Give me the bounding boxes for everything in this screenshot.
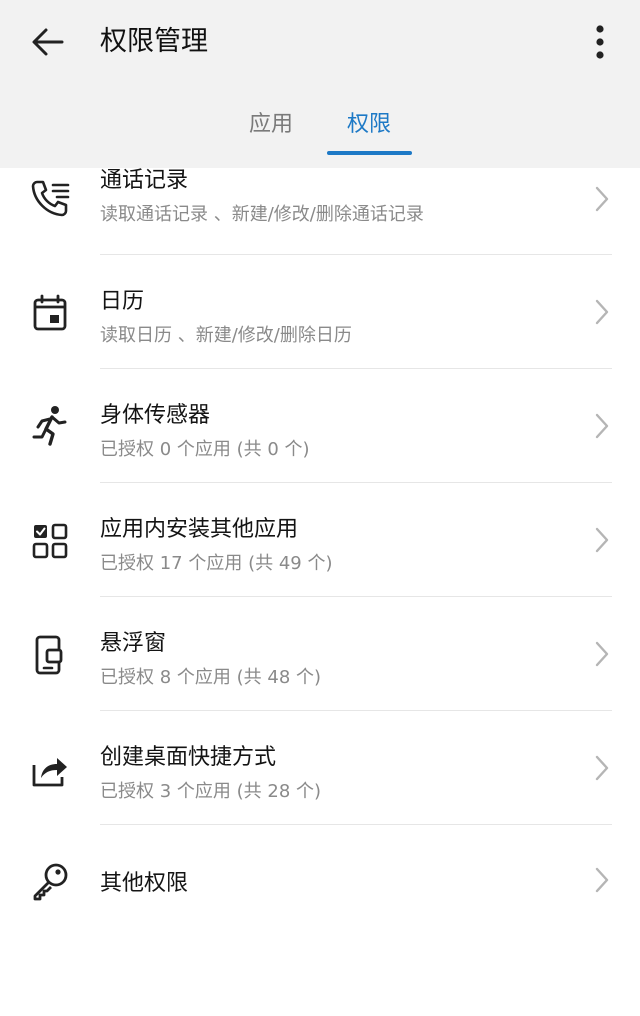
chevron-right-icon — [590, 753, 614, 783]
row-title: 身体传感器 — [100, 403, 211, 428]
permission-row-floating-window[interactable]: 悬浮窗 已授权 8 个应用 (共 48 个) — [0, 597, 640, 710]
chevron-right-icon — [590, 865, 614, 895]
row-subtitle: 已授权 3 个应用 (共 28 个) — [100, 781, 322, 802]
share-shortcut-icon — [28, 747, 72, 791]
row-subtitle: 已授权 0 个应用 (共 0 个) — [100, 439, 310, 460]
back-button[interactable] — [26, 20, 70, 64]
tab-apps[interactable]: 应用 — [226, 100, 316, 154]
floating-window-icon — [28, 633, 72, 677]
more-vertical-icon — [596, 25, 604, 59]
call-log-icon — [28, 176, 72, 220]
key-icon — [28, 859, 72, 903]
chevron-right-icon — [590, 639, 614, 669]
row-title: 应用内安装其他应用 — [100, 517, 299, 542]
row-subtitle: 读取日历 、新建/修改/删除日历 — [100, 325, 352, 346]
tab-indicator — [327, 151, 412, 155]
row-title: 创建桌面快捷方式 — [100, 745, 277, 770]
chevron-right-icon — [590, 411, 614, 441]
row-title: 日历 — [100, 289, 145, 314]
permission-row-other[interactable]: 其他权限 — [0, 825, 640, 937]
permission-row-calendar[interactable]: 日历 读取日历 、新建/修改/删除日历 — [0, 255, 640, 368]
tab-permissions[interactable]: 权限 — [326, 100, 412, 154]
running-person-icon — [28, 403, 72, 447]
page-title: 权限管理 — [100, 26, 208, 57]
chevron-right-icon — [590, 184, 614, 214]
chevron-right-icon — [590, 525, 614, 555]
arrow-left-icon — [32, 28, 64, 56]
permission-row-call-log[interactable]: 通话记录 读取通话记录 、新建/修改/删除通话记录 — [0, 168, 640, 254]
row-title: 悬浮窗 — [100, 631, 167, 656]
permission-list[interactable]: 通话记录 读取通话记录 、新建/修改/删除通话记录 日历 读取日历 、新建/修改… — [0, 168, 640, 1016]
tab-bar: 应用 权限 — [0, 100, 640, 160]
app-bar: 权限管理 应用 权限 — [0, 0, 640, 168]
calendar-icon — [28, 291, 72, 335]
row-subtitle: 读取通话记录 、新建/修改/删除通话记录 — [100, 204, 424, 225]
permission-row-desktop-shortcut[interactable]: 创建桌面快捷方式 已授权 3 个应用 (共 28 个) — [0, 711, 640, 824]
chevron-right-icon — [590, 297, 614, 327]
row-subtitle: 已授权 17 个应用 (共 49 个) — [100, 553, 333, 574]
row-subtitle: 已授权 8 个应用 (共 48 个) — [100, 667, 322, 688]
app-grid-check-icon — [28, 519, 72, 563]
permission-row-body-sensors[interactable]: 身体传感器 已授权 0 个应用 (共 0 个) — [0, 369, 640, 482]
row-title: 通话记录 — [100, 168, 189, 193]
more-options-button[interactable] — [582, 20, 618, 64]
row-title: 其他权限 — [100, 871, 189, 896]
permission-row-install-apps[interactable]: 应用内安装其他应用 已授权 17 个应用 (共 49 个) — [0, 483, 640, 596]
